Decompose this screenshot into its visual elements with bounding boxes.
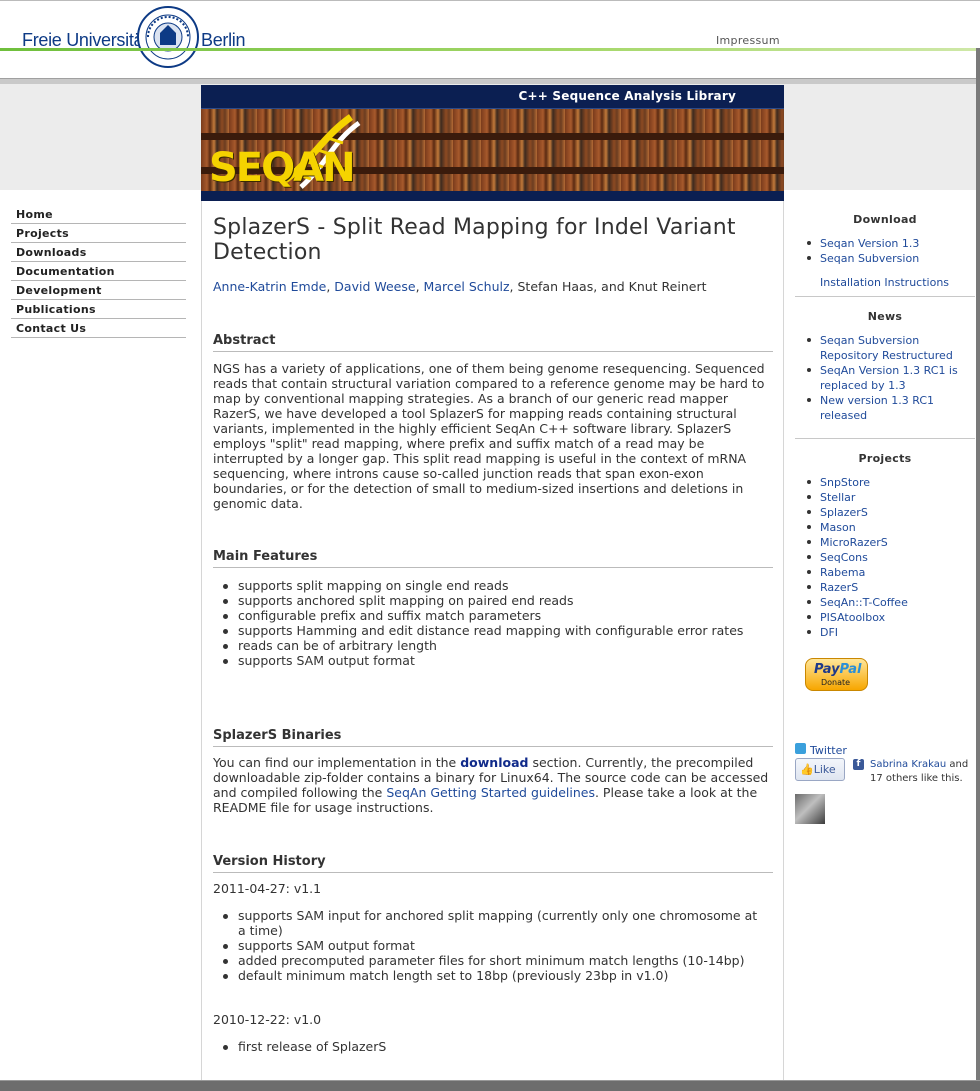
project-link-mason[interactable]: Mason — [820, 521, 856, 534]
list-item: reads can be of arbitrary length — [223, 638, 758, 653]
installation-instructions-link[interactable]: Installation Instructions — [820, 276, 949, 289]
version-date-v1-0: 2010-12-22: v1.0 — [213, 1012, 322, 1027]
project-link-rabema[interactable]: Rabema — [820, 566, 865, 579]
sidebar-divider — [795, 296, 975, 297]
project-link-razers[interactable]: RazerS — [820, 581, 858, 594]
page-title: SplazerS - Split Read Mapping for Indel … — [213, 215, 736, 265]
project-link-seqan-t-coffee[interactable]: SeqAn::T-Coffee — [820, 596, 908, 609]
paypal-logo-part: Pal — [839, 662, 862, 677]
list-item: supports SAM output format — [223, 938, 758, 953]
features-list: supports split mapping on single end rea… — [223, 578, 758, 668]
news-list: Seqan Subversion Repository Restructured… — [807, 333, 978, 423]
list-item: supports Hamming and edit distance read … — [223, 623, 758, 638]
facebook-others-count: 17 others like this. — [870, 773, 963, 784]
binaries-text-part: You can find our implementation in the — [213, 755, 461, 770]
version-v1-0-changes: first release of SplazerS — [223, 1039, 758, 1054]
news-heading: News — [867, 310, 903, 323]
news-item-link[interactable]: Seqan Subversion Repository Restructured — [820, 334, 953, 362]
author-link-emde[interactable]: Anne-Katrin Emde — [213, 279, 326, 294]
like-label: Like — [813, 763, 836, 776]
facebook-liker-link[interactable]: Sabrina Krakau — [870, 759, 946, 770]
header-accent-line — [0, 48, 980, 51]
download-heading: Download — [853, 213, 917, 226]
version-date-v1-1: 2011-04-27: v1.1 — [213, 881, 322, 896]
nav-item-documentation[interactable]: Documentation — [11, 262, 186, 281]
list-item: default minimum match length set to 18bp… — [223, 968, 758, 983]
version-history-heading: Version History — [213, 854, 773, 873]
project-link-splazers[interactable]: SplazerS — [820, 506, 868, 519]
download-list: Seqan Version 1.3 Seqan Subversion — [807, 236, 978, 266]
list-item: configurable prefix and suffix match par… — [223, 608, 758, 623]
project-link-stellar[interactable]: Stellar — [820, 491, 855, 504]
project-link-snpstore[interactable]: SnpStore — [820, 476, 870, 489]
paypal-donate-label: Donate — [821, 678, 851, 687]
abstract-text: NGS has a variety of applications, one o… — [213, 361, 765, 511]
facebook-liker: Sabrina Krakau and — [870, 759, 968, 770]
banner-title-bar: C++ Sequence Analysis Library — [201, 85, 784, 109]
binaries-heading: SplazerS Binaries — [213, 728, 773, 747]
list-item: first release of SplazerS — [223, 1039, 758, 1054]
version-v1-1-changes: supports SAM input for anchored split ma… — [223, 908, 758, 983]
seqan-logo-text: SEQAN — [209, 145, 356, 191]
news-item-link[interactable]: SeqAn Version 1.3 RC1 is replaced by 1.3 — [820, 364, 958, 392]
getting-started-link[interactable]: SeqAn Getting Started guidelines — [386, 785, 595, 800]
news-item-link[interactable]: New version 1.3 RC1 released — [820, 394, 934, 422]
author-list: Anne-Katrin Emde, David Weese, Marcel Sc… — [213, 279, 707, 294]
banner-footer-strip — [201, 191, 784, 201]
author-separator: , — [415, 279, 424, 294]
avatar[interactable] — [795, 794, 825, 824]
nav-item-projects[interactable]: Projects — [11, 224, 186, 243]
paypal-logo-text: PayPal — [814, 662, 861, 677]
project-link-pisatoolbox[interactable]: PISAtoolbox — [820, 611, 885, 624]
abstract-heading: Abstract — [213, 333, 773, 352]
window-right-edge — [976, 48, 980, 1091]
nav-item-publications[interactable]: Publications — [11, 300, 186, 319]
list-item: added precomputed parameter files for sh… — [223, 953, 758, 968]
left-navigation: Home Projects Downloads Documentation De… — [11, 205, 186, 338]
binaries-text: You can find our implementation in the d… — [213, 755, 775, 815]
main-content: SplazerS - Split Read Mapping for Indel … — [201, 201, 784, 1091]
project-link-dfi[interactable]: DFI — [820, 626, 838, 639]
author-link-weese[interactable]: David Weese — [334, 279, 415, 294]
facebook-icon: f — [853, 759, 864, 770]
window-bottom-bar — [0, 1080, 980, 1091]
seqan-banner: C++ Sequence Analysis Library SEQAN — [201, 85, 784, 201]
project-link-seqcons[interactable]: SeqCons — [820, 551, 868, 564]
nav-item-development[interactable]: Development — [11, 281, 186, 300]
fu-seal-logo-icon[interactable] — [136, 5, 200, 69]
nav-item-downloads[interactable]: Downloads — [11, 243, 186, 262]
download-link-subversion[interactable]: Seqan Subversion — [820, 252, 919, 265]
download-link[interactable]: download — [460, 755, 528, 770]
project-link-microrazers[interactable]: MicroRazerS — [820, 536, 888, 549]
nav-item-contact-us[interactable]: Contact Us — [11, 319, 186, 338]
list-item: supports split mapping on single end rea… — [223, 578, 758, 593]
author-link-schulz[interactable]: Marcel Schulz — [424, 279, 510, 294]
impressum-link[interactable]: Impressum — [716, 34, 780, 47]
seqan-logo[interactable]: SEQAN — [201, 109, 361, 191]
paypal-donate-button[interactable]: PayPal Donate — [805, 658, 868, 691]
twitter-icon[interactable] — [795, 743, 806, 754]
list-item: supports anchored split mapping on paire… — [223, 593, 758, 608]
projects-heading: Projects — [858, 452, 912, 465]
paypal-logo-part: Pay — [814, 662, 840, 677]
list-item: supports SAM input for anchored split ma… — [223, 908, 758, 938]
author-list-rest: , Stefan Haas, and Knut Reinert — [509, 279, 707, 294]
twitter-link[interactable]: Twitter — [810, 744, 847, 757]
facebook-like-button[interactable]: 👍Like — [795, 758, 845, 781]
features-heading: Main Features — [213, 549, 773, 568]
banner-title: C++ Sequence Analysis Library — [518, 89, 736, 103]
projects-list: SnpStore Stellar SplazerS Mason MicroRaz… — [807, 475, 978, 640]
list-item: supports SAM output format — [223, 653, 758, 668]
nav-item-home[interactable]: Home — [11, 205, 186, 224]
sidebar-divider — [795, 438, 975, 439]
thumbs-up-icon: 👍 — [800, 763, 814, 776]
facebook-liker-rest: and — [946, 759, 969, 770]
site-header: Freie Universität Berlin Impressum — [0, 0, 980, 85]
download-link-seqan-1-3[interactable]: Seqan Version 1.3 — [820, 237, 919, 250]
